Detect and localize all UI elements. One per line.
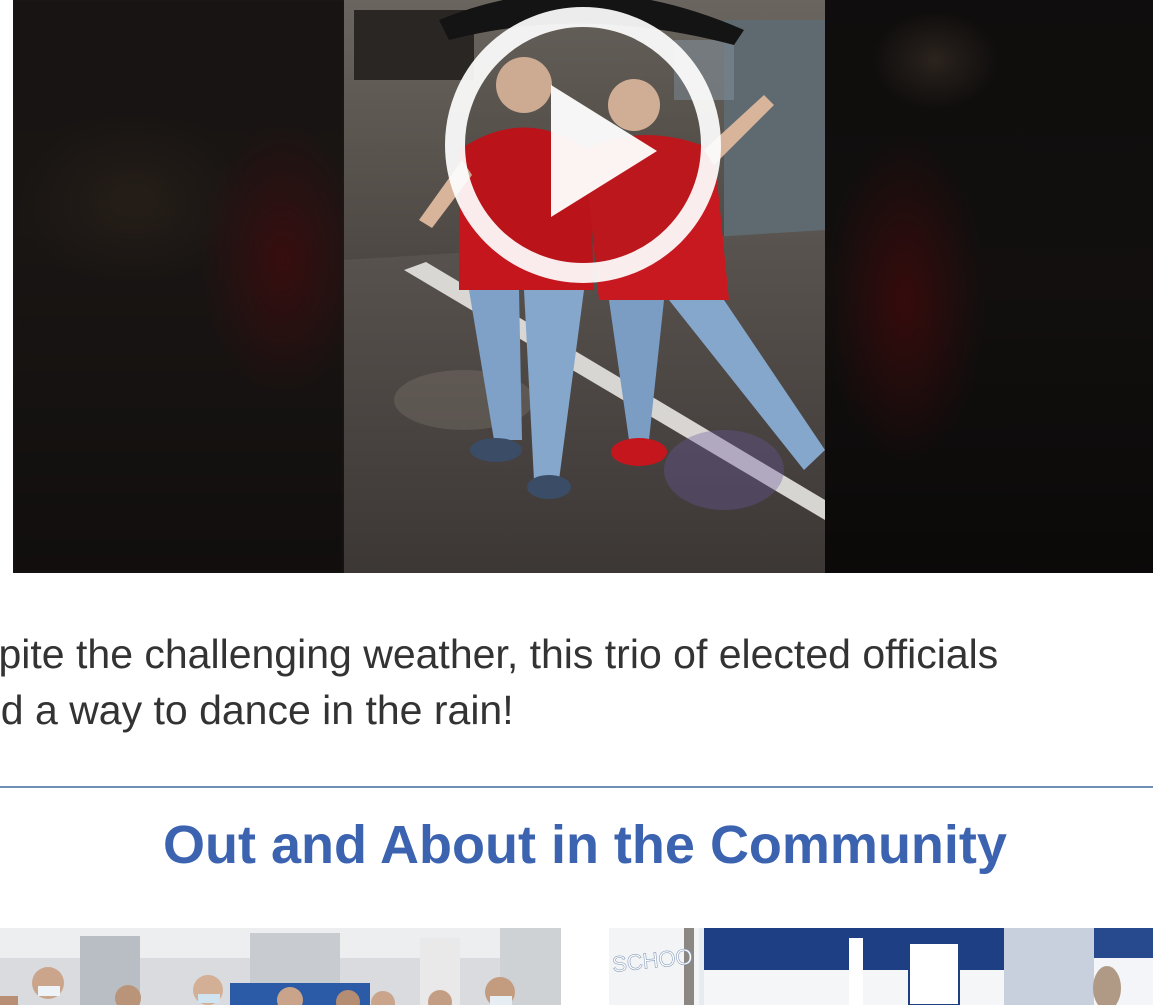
video-caption: spite the challenging weather, this trio… [0, 626, 1153, 738]
video-blur-left [13, 0, 344, 573]
video-player[interactable] [13, 0, 1153, 573]
video-blur-right [825, 0, 1153, 573]
newsletter-page: spite the challenging weather, this trio… [0, 0, 1153, 1005]
caption-line-1: spite the challenging weather, this trio… [0, 631, 999, 677]
community-photo-left[interactable] [0, 928, 561, 1005]
school-photo-image: SCHOO [609, 928, 1153, 1005]
play-icon[interactable] [443, 5, 723, 285]
section-divider [0, 786, 1153, 788]
community-photo-right[interactable]: SCHOO [609, 928, 1153, 1005]
section-title: Out and About in the Community [163, 815, 1007, 875]
caption-line-2: nd a way to dance in the rain! [0, 687, 514, 733]
group-photo-image [0, 928, 561, 1005]
